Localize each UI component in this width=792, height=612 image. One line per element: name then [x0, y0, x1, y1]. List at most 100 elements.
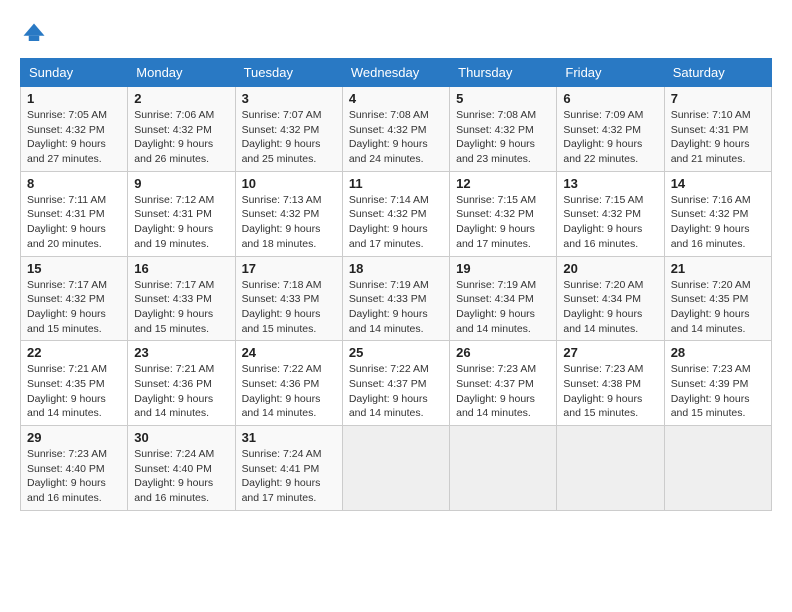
day-info: Sunrise: 7:23 AMSunset: 4:38 PMDaylight:… [563, 363, 643, 419]
calendar-cell: 21 Sunrise: 7:20 AMSunset: 4:35 PMDaylig… [664, 256, 771, 341]
day-number: 8 [27, 176, 121, 191]
day-info: Sunrise: 7:12 AMSunset: 4:31 PMDaylight:… [134, 194, 214, 250]
logo [20, 20, 52, 48]
calendar-cell: 27 Sunrise: 7:23 AMSunset: 4:38 PMDaylig… [557, 341, 664, 426]
days-header-row: SundayMondayTuesdayWednesdayThursdayFrid… [21, 59, 772, 87]
calendar-cell: 6 Sunrise: 7:09 AMSunset: 4:32 PMDayligh… [557, 87, 664, 172]
calendar-cell [342, 426, 449, 511]
day-info: Sunrise: 7:15 AMSunset: 4:32 PMDaylight:… [563, 194, 643, 250]
day-info: Sunrise: 7:24 AMSunset: 4:41 PMDaylight:… [242, 448, 322, 504]
calendar-cell: 13 Sunrise: 7:15 AMSunset: 4:32 PMDaylig… [557, 171, 664, 256]
day-number: 27 [563, 345, 657, 360]
day-info: Sunrise: 7:17 AMSunset: 4:32 PMDaylight:… [27, 279, 107, 335]
day-header-wednesday: Wednesday [342, 59, 449, 87]
day-number: 2 [134, 91, 228, 106]
calendar-cell [450, 426, 557, 511]
day-number: 16 [134, 261, 228, 276]
day-header-sunday: Sunday [21, 59, 128, 87]
calendar-cell: 9 Sunrise: 7:12 AMSunset: 4:31 PMDayligh… [128, 171, 235, 256]
day-header-friday: Friday [557, 59, 664, 87]
day-number: 12 [456, 176, 550, 191]
calendar-cell: 7 Sunrise: 7:10 AMSunset: 4:31 PMDayligh… [664, 87, 771, 172]
day-info: Sunrise: 7:23 AMSunset: 4:39 PMDaylight:… [671, 363, 751, 419]
day-info: Sunrise: 7:22 AMSunset: 4:36 PMDaylight:… [242, 363, 322, 419]
day-info: Sunrise: 7:08 AMSunset: 4:32 PMDaylight:… [349, 109, 429, 165]
calendar-cell: 15 Sunrise: 7:17 AMSunset: 4:32 PMDaylig… [21, 256, 128, 341]
day-info: Sunrise: 7:18 AMSunset: 4:33 PMDaylight:… [242, 279, 322, 335]
day-number: 11 [349, 176, 443, 191]
day-header-saturday: Saturday [664, 59, 771, 87]
day-info: Sunrise: 7:15 AMSunset: 4:32 PMDaylight:… [456, 194, 536, 250]
calendar-cell: 14 Sunrise: 7:16 AMSunset: 4:32 PMDaylig… [664, 171, 771, 256]
calendar-cell: 25 Sunrise: 7:22 AMSunset: 4:37 PMDaylig… [342, 341, 449, 426]
calendar-cell: 30 Sunrise: 7:24 AMSunset: 4:40 PMDaylig… [128, 426, 235, 511]
day-info: Sunrise: 7:11 AMSunset: 4:31 PMDaylight:… [27, 194, 106, 250]
header [20, 20, 772, 48]
day-info: Sunrise: 7:17 AMSunset: 4:33 PMDaylight:… [134, 279, 214, 335]
calendar-cell: 29 Sunrise: 7:23 AMSunset: 4:40 PMDaylig… [21, 426, 128, 511]
day-info: Sunrise: 7:24 AMSunset: 4:40 PMDaylight:… [134, 448, 214, 504]
day-number: 30 [134, 430, 228, 445]
calendar-cell: 23 Sunrise: 7:21 AMSunset: 4:36 PMDaylig… [128, 341, 235, 426]
calendar-cell: 28 Sunrise: 7:23 AMSunset: 4:39 PMDaylig… [664, 341, 771, 426]
calendar-cell: 4 Sunrise: 7:08 AMSunset: 4:32 PMDayligh… [342, 87, 449, 172]
calendar-cell: 2 Sunrise: 7:06 AMSunset: 4:32 PMDayligh… [128, 87, 235, 172]
day-number: 31 [242, 430, 336, 445]
calendar-cell: 18 Sunrise: 7:19 AMSunset: 4:33 PMDaylig… [342, 256, 449, 341]
day-number: 25 [349, 345, 443, 360]
calendar-header: SundayMondayTuesdayWednesdayThursdayFrid… [21, 59, 772, 87]
day-info: Sunrise: 7:21 AMSunset: 4:35 PMDaylight:… [27, 363, 107, 419]
day-number: 21 [671, 261, 765, 276]
day-info: Sunrise: 7:09 AMSunset: 4:32 PMDaylight:… [563, 109, 643, 165]
calendar-cell: 5 Sunrise: 7:08 AMSunset: 4:32 PMDayligh… [450, 87, 557, 172]
day-info: Sunrise: 7:05 AMSunset: 4:32 PMDaylight:… [27, 109, 107, 165]
day-info: Sunrise: 7:16 AMSunset: 4:32 PMDaylight:… [671, 194, 751, 250]
week-row-1: 1 Sunrise: 7:05 AMSunset: 4:32 PMDayligh… [21, 87, 772, 172]
day-number: 15 [27, 261, 121, 276]
day-number: 13 [563, 176, 657, 191]
day-info: Sunrise: 7:23 AMSunset: 4:37 PMDaylight:… [456, 363, 536, 419]
day-info: Sunrise: 7:20 AMSunset: 4:35 PMDaylight:… [671, 279, 751, 335]
calendar-cell: 10 Sunrise: 7:13 AMSunset: 4:32 PMDaylig… [235, 171, 342, 256]
day-number: 29 [27, 430, 121, 445]
day-info: Sunrise: 7:21 AMSunset: 4:36 PMDaylight:… [134, 363, 214, 419]
day-number: 5 [456, 91, 550, 106]
week-row-4: 22 Sunrise: 7:21 AMSunset: 4:35 PMDaylig… [21, 341, 772, 426]
day-info: Sunrise: 7:10 AMSunset: 4:31 PMDaylight:… [671, 109, 751, 165]
calendar-cell: 11 Sunrise: 7:14 AMSunset: 4:32 PMDaylig… [342, 171, 449, 256]
day-number: 20 [563, 261, 657, 276]
day-info: Sunrise: 7:19 AMSunset: 4:34 PMDaylight:… [456, 279, 536, 335]
day-number: 19 [456, 261, 550, 276]
day-header-thursday: Thursday [450, 59, 557, 87]
day-number: 6 [563, 91, 657, 106]
day-info: Sunrise: 7:19 AMSunset: 4:33 PMDaylight:… [349, 279, 429, 335]
week-row-3: 15 Sunrise: 7:17 AMSunset: 4:32 PMDaylig… [21, 256, 772, 341]
day-number: 4 [349, 91, 443, 106]
day-header-monday: Monday [128, 59, 235, 87]
logo-icon [20, 20, 48, 48]
calendar-body: 1 Sunrise: 7:05 AMSunset: 4:32 PMDayligh… [21, 87, 772, 511]
calendar-cell: 31 Sunrise: 7:24 AMSunset: 4:41 PMDaylig… [235, 426, 342, 511]
day-info: Sunrise: 7:08 AMSunset: 4:32 PMDaylight:… [456, 109, 536, 165]
day-info: Sunrise: 7:07 AMSunset: 4:32 PMDaylight:… [242, 109, 322, 165]
calendar-cell: 3 Sunrise: 7:07 AMSunset: 4:32 PMDayligh… [235, 87, 342, 172]
page-container: SundayMondayTuesdayWednesdayThursdayFrid… [20, 20, 772, 511]
week-row-5: 29 Sunrise: 7:23 AMSunset: 4:40 PMDaylig… [21, 426, 772, 511]
calendar-cell [557, 426, 664, 511]
day-number: 28 [671, 345, 765, 360]
calendar-cell: 26 Sunrise: 7:23 AMSunset: 4:37 PMDaylig… [450, 341, 557, 426]
day-number: 24 [242, 345, 336, 360]
calendar-cell: 1 Sunrise: 7:05 AMSunset: 4:32 PMDayligh… [21, 87, 128, 172]
calendar-cell: 24 Sunrise: 7:22 AMSunset: 4:36 PMDaylig… [235, 341, 342, 426]
day-info: Sunrise: 7:22 AMSunset: 4:37 PMDaylight:… [349, 363, 429, 419]
calendar-cell: 16 Sunrise: 7:17 AMSunset: 4:33 PMDaylig… [128, 256, 235, 341]
day-number: 18 [349, 261, 443, 276]
day-number: 23 [134, 345, 228, 360]
day-info: Sunrise: 7:20 AMSunset: 4:34 PMDaylight:… [563, 279, 643, 335]
calendar-cell: 17 Sunrise: 7:18 AMSunset: 4:33 PMDaylig… [235, 256, 342, 341]
day-number: 26 [456, 345, 550, 360]
day-info: Sunrise: 7:23 AMSunset: 4:40 PMDaylight:… [27, 448, 107, 504]
day-number: 14 [671, 176, 765, 191]
day-info: Sunrise: 7:06 AMSunset: 4:32 PMDaylight:… [134, 109, 214, 165]
day-info: Sunrise: 7:14 AMSunset: 4:32 PMDaylight:… [349, 194, 429, 250]
